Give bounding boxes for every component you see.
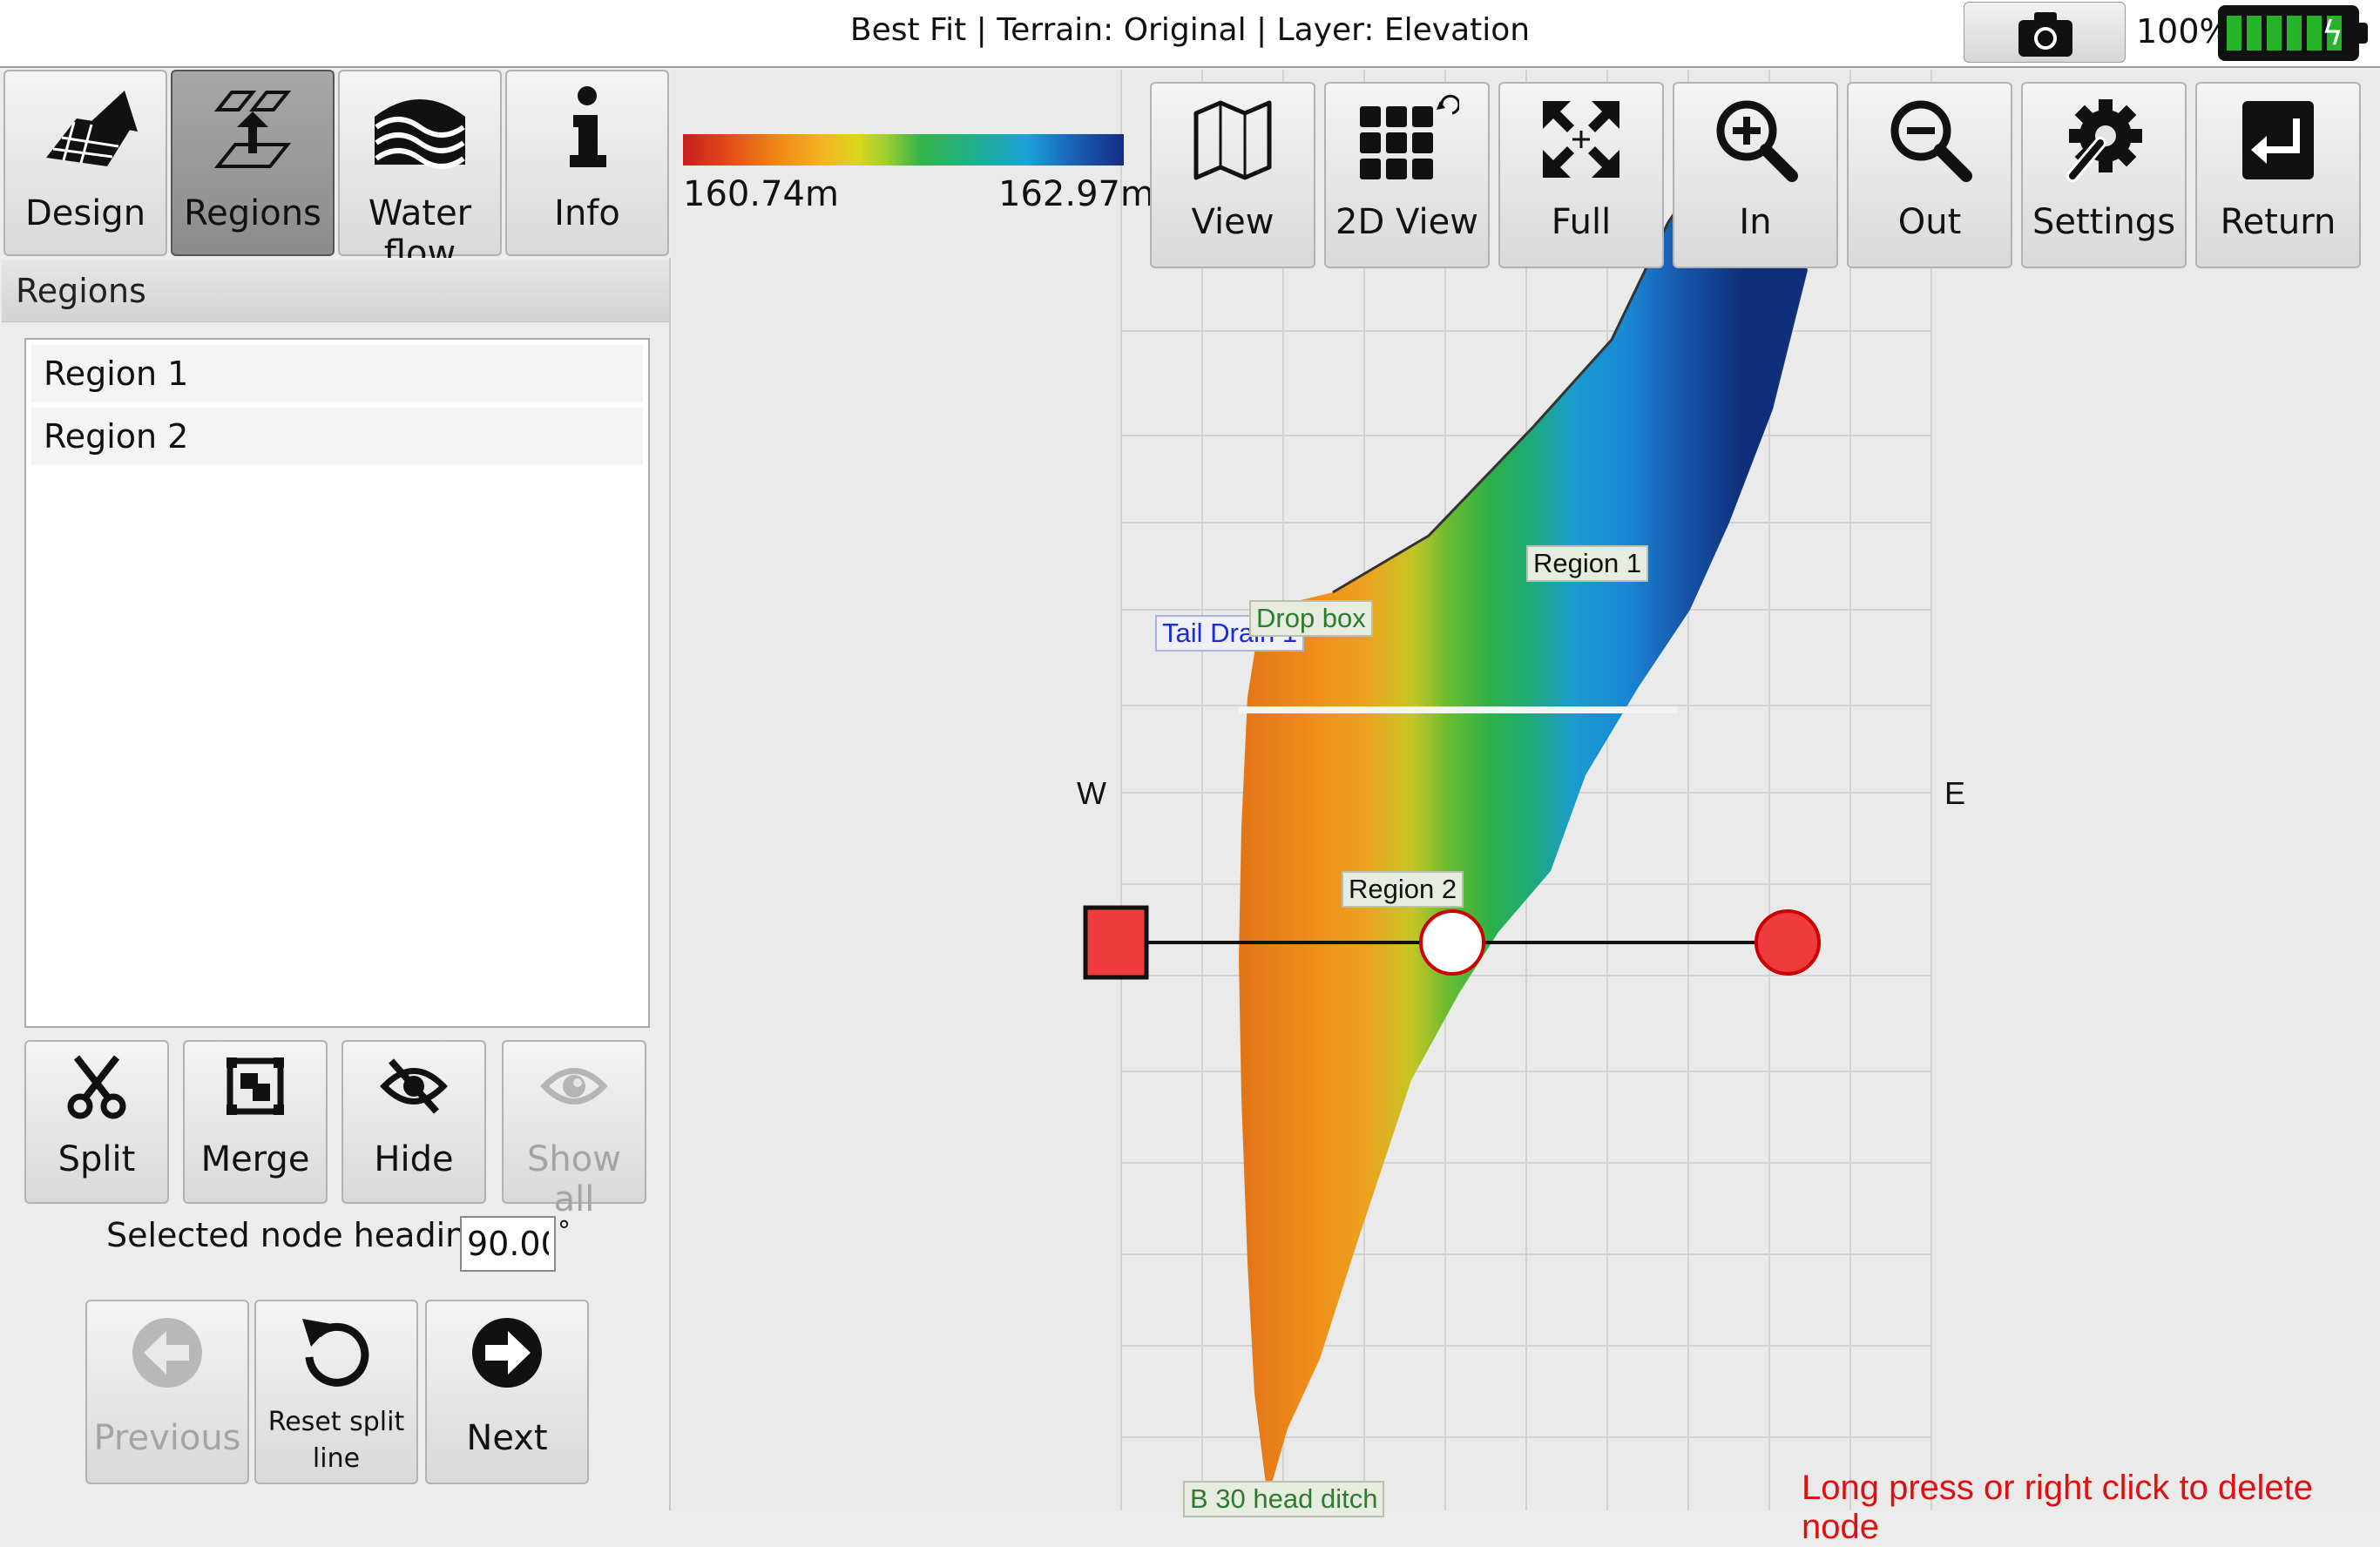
battery-icon: ϟ xyxy=(2218,5,2368,61)
view-button-label: View xyxy=(1191,202,1275,242)
eye-icon xyxy=(540,1068,608,1105)
tab-design[interactable]: Design xyxy=(3,70,167,256)
screenshot-button[interactable] xyxy=(1964,2,2126,63)
elevation-legend-bar xyxy=(683,134,1124,166)
grid-2d-icon xyxy=(1360,94,1459,179)
compass-east: E xyxy=(1944,775,1966,811)
title-bar: Best Fit | Terrain: Original | Layer: El… xyxy=(0,0,2380,68)
water-flow-icon xyxy=(375,99,465,169)
arrow-left-icon xyxy=(132,1318,202,1388)
settings-gear-icon xyxy=(2066,99,2142,182)
legend-min-label: 160.74m xyxy=(683,174,839,214)
hide-button-label: Hide xyxy=(374,1139,454,1179)
split-button[interactable]: Split xyxy=(24,1040,169,1204)
full-extent-icon xyxy=(1543,101,1619,178)
tab-info-label: Info xyxy=(554,193,620,233)
reset-icon xyxy=(302,1319,369,1387)
eye-hidden-icon xyxy=(380,1058,448,1114)
show-all-button[interactable]: Show all xyxy=(502,1040,646,1219)
scissors-icon xyxy=(67,1055,126,1119)
zoom-out-button-label: Out xyxy=(1897,202,1962,242)
arrow-right-icon xyxy=(472,1318,542,1388)
camera-icon xyxy=(2018,12,2072,57)
reset-label-line-2: line xyxy=(312,1443,361,1474)
tab-design-label: Design xyxy=(24,193,146,233)
2d-view-button-label: 2D View xyxy=(1335,202,1478,242)
merge-button-label: Merge xyxy=(200,1139,310,1179)
heading-unit: ° xyxy=(558,1216,571,1246)
settings-button[interactable]: Settings xyxy=(2021,82,2187,268)
reset-split-line-button[interactable]: Reset split line xyxy=(254,1300,418,1484)
map-view-icon xyxy=(1193,100,1272,180)
legend-max-label: 162.97m xyxy=(998,174,1154,214)
split-line-nodes xyxy=(1083,905,1821,980)
full-extent-button[interactable]: Full xyxy=(1498,82,1664,268)
hide-button[interactable]: Hide xyxy=(341,1040,486,1204)
zoom-out-icon xyxy=(1890,100,1972,182)
reset-split-line-label: Reset split line xyxy=(256,1404,416,1477)
battery-percent: 100% xyxy=(2136,12,2231,51)
heading-input[interactable] xyxy=(460,1216,556,1272)
previous-button-label: Previous xyxy=(93,1418,241,1458)
tab-regions-label: Regions xyxy=(184,193,321,233)
previous-button[interactable]: Previous xyxy=(85,1300,249,1484)
return-icon xyxy=(2242,101,2314,179)
zoom-out-button[interactable]: Out xyxy=(1847,82,2012,268)
settings-button-label: Settings xyxy=(2032,202,2176,242)
split-end-node[interactable] xyxy=(1755,909,1821,976)
merge-button[interactable]: Merge xyxy=(183,1040,328,1204)
return-button-label: Return xyxy=(2220,202,2336,242)
regions-icon xyxy=(213,91,292,168)
next-button[interactable]: Next xyxy=(425,1300,589,1484)
region-list-item-2[interactable]: Region 2 xyxy=(31,408,643,465)
heading-label: Selected node heading: xyxy=(106,1216,499,1254)
region-list[interactable]: Region 1 Region 2 xyxy=(24,338,650,1028)
reset-label-line-1: Reset split xyxy=(267,1407,405,1437)
view-button[interactable]: View xyxy=(1150,82,1315,268)
merge-icon xyxy=(227,1057,284,1115)
regions-panel-title: Regions xyxy=(16,272,146,310)
split-button-label: Split xyxy=(57,1139,136,1179)
region-list-item-1[interactable]: Region 1 xyxy=(31,345,643,402)
zoom-in-button-label: In xyxy=(1739,202,1772,242)
delete-node-hint: Long press or right click to delete node xyxy=(1802,1469,2313,1546)
map-label-drop-box: Drop box xyxy=(1249,600,1373,637)
next-button-label: Next xyxy=(466,1418,548,1458)
tab-water-flow[interactable]: Water flow xyxy=(338,70,502,274)
info-icon xyxy=(570,86,606,167)
2d-view-button[interactable]: 2D View xyxy=(1324,82,1490,268)
return-button[interactable]: Return xyxy=(2195,82,2361,268)
map-label-head-ditch: B 30 head ditch xyxy=(1183,1481,1385,1517)
compass-west: W xyxy=(1077,775,1106,811)
regions-panel-header: Regions xyxy=(2,260,669,322)
full-extent-button-label: Full xyxy=(1551,202,1612,242)
split-start-node[interactable] xyxy=(1083,905,1149,980)
map-label-region-1: Region 1 xyxy=(1526,545,1649,582)
zoom-in-icon xyxy=(1716,100,1798,182)
selected-split-node[interactable] xyxy=(1419,909,1485,976)
tab-info[interactable]: Info xyxy=(505,70,669,256)
tab-regions[interactable]: Regions xyxy=(171,70,335,256)
zoom-in-button[interactable]: In xyxy=(1673,82,1838,268)
show-all-button-label: Show all xyxy=(527,1139,621,1219)
field-design-icon xyxy=(46,91,138,166)
